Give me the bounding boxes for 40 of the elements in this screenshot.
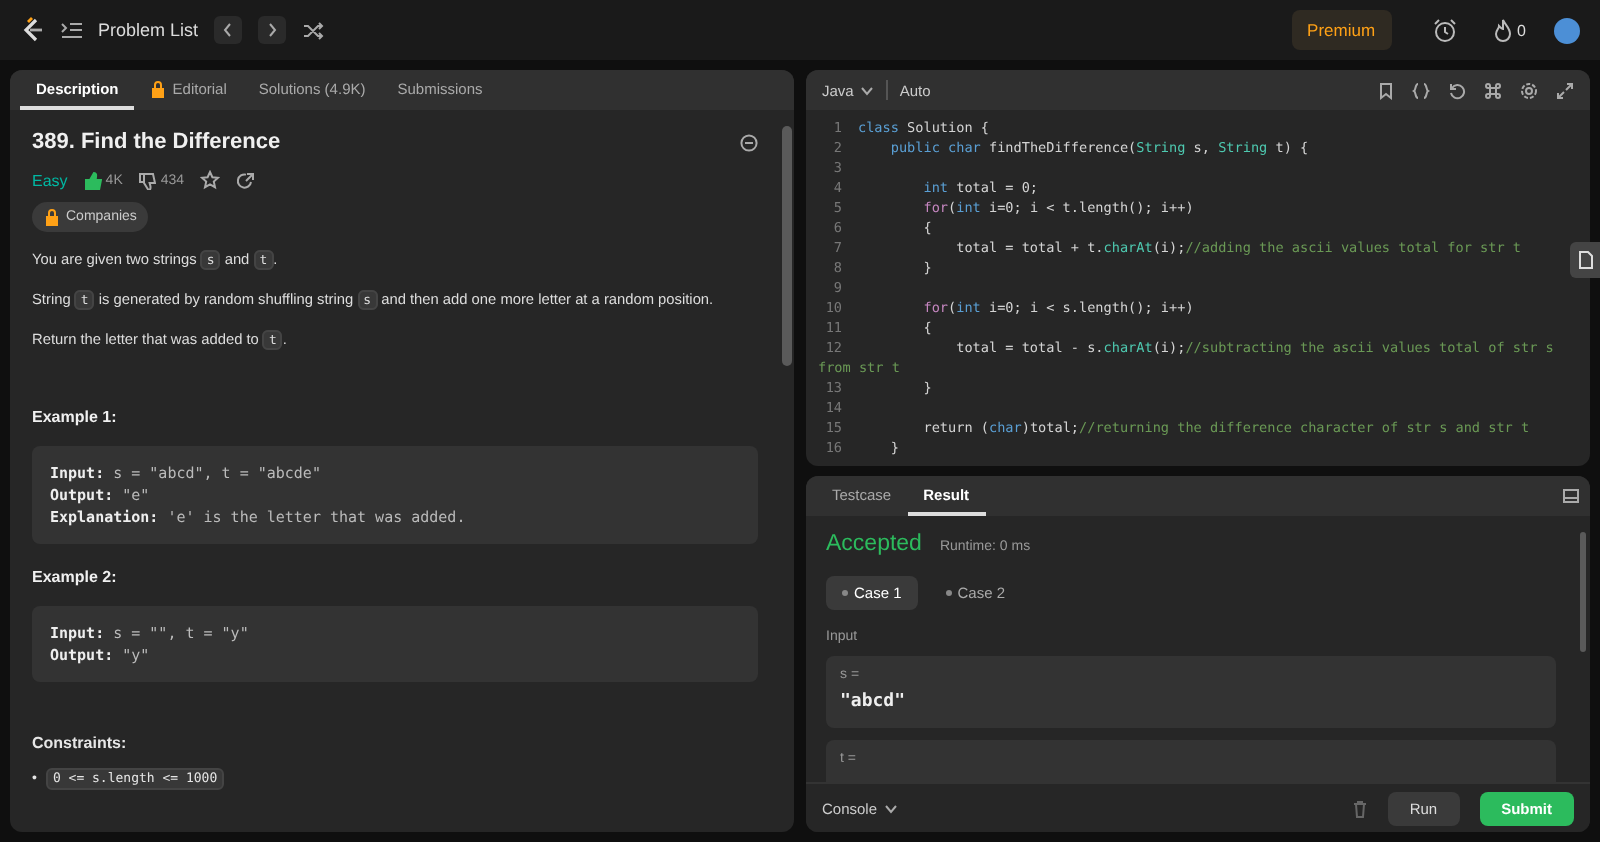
chevron-right-icon (266, 22, 279, 38)
problem-list-title[interactable]: Problem List (98, 20, 199, 40)
premium-button[interactable]: Premium (1291, 10, 1392, 50)
bookmark-icon[interactable] (1378, 81, 1394, 99)
thumbs-down-icon[interactable] (138, 171, 157, 189)
variable-value: "abcd" (840, 692, 908, 712)
chevron-down-icon (883, 803, 898, 813)
difficulty-label: Easy (32, 171, 68, 189)
scrollbar-thumb[interactable] (1580, 532, 1586, 652)
example-heading: Example 2: (32, 568, 119, 586)
problem-title: 389. Find the Difference (32, 130, 283, 154)
chevron-left-icon (222, 22, 235, 38)
thumbs-up-icon[interactable] (83, 171, 102, 189)
lock-icon (44, 208, 60, 226)
chevron-down-icon (859, 85, 874, 95)
star-icon[interactable] (200, 170, 221, 190)
reset-icon[interactable] (1448, 81, 1466, 99)
settings-icon[interactable] (1520, 81, 1538, 99)
alarm-clock-icon[interactable] (1431, 17, 1458, 43)
scrollbar-thumb[interactable] (782, 126, 792, 366)
avatar[interactable] (1554, 17, 1580, 43)
braces-icon[interactable] (1412, 81, 1430, 99)
expand-icon[interactable] (1556, 81, 1574, 99)
flame-icon[interactable] (1493, 18, 1512, 42)
example-heading: Example 1: (32, 408, 119, 426)
previous-button[interactable] (214, 16, 243, 44)
constraints-heading: Constraints: (32, 734, 129, 752)
next-button[interactable] (258, 16, 287, 44)
trash-icon[interactable] (1351, 799, 1368, 817)
share-icon[interactable] (236, 171, 255, 189)
shuffle-icon[interactable] (302, 21, 325, 39)
list-icon[interactable] (60, 21, 82, 39)
streak-count: 0 (1517, 21, 1526, 39)
lock-icon (150, 79, 167, 97)
command-icon[interactable] (1484, 81, 1502, 99)
verdict-label: Accepted (826, 532, 922, 556)
file-icon (1578, 250, 1594, 270)
logo-icon[interactable] (20, 16, 44, 44)
panel-layout-icon[interactable] (1562, 488, 1580, 504)
notes-button[interactable] (1570, 242, 1600, 278)
